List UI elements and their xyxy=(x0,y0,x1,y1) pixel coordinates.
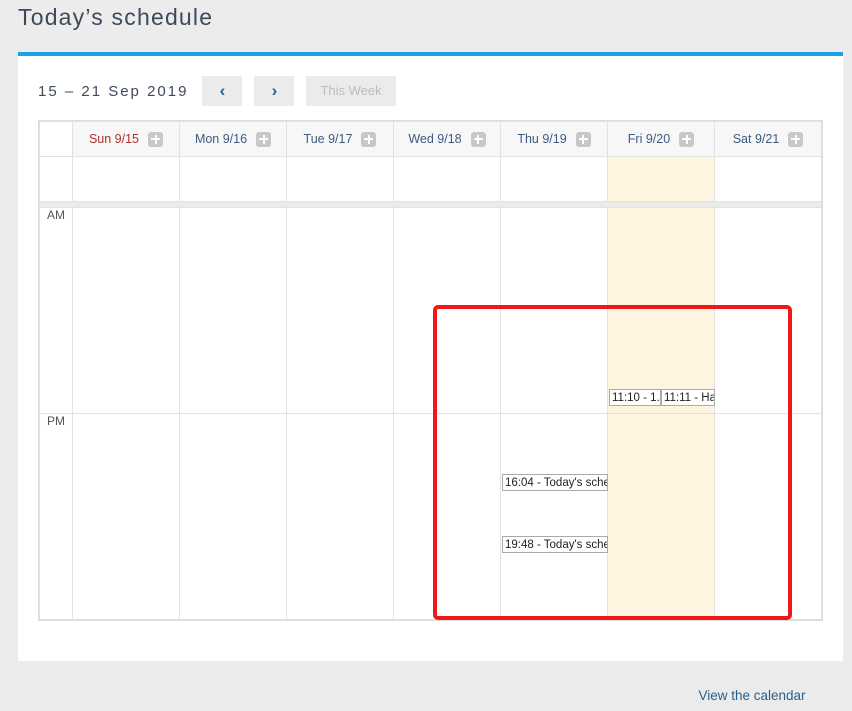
day-header-inner: Tue 9/17 xyxy=(287,131,393,147)
calendar-event[interactable]: 19:48 - Today's sche xyxy=(502,536,608,553)
cell-pm-6[interactable] xyxy=(714,413,822,620)
day-cell-content xyxy=(501,157,607,201)
cell-allday-1[interactable] xyxy=(179,156,287,202)
day-header-3: Wed 9/18 xyxy=(393,121,501,157)
this-week-button[interactable]: This Week xyxy=(306,76,396,106)
cell-am-1[interactable] xyxy=(179,207,287,414)
cell-am-4[interactable] xyxy=(500,207,608,414)
plus-icon[interactable] xyxy=(148,131,164,147)
calendar-table: Sun 9/15 Mon 9/16 Tue 9/17 Wed 9/18 Thu 9/19… xyxy=(39,121,822,620)
day-header-label: Fri 9/20 xyxy=(627,132,671,146)
day-cell-content xyxy=(394,208,500,413)
day-cell-content xyxy=(287,208,393,413)
calendar-header-row: Sun 9/15 Mon 9/16 Tue 9/17 Wed 9/18 Thu 9/19… xyxy=(39,121,822,157)
view-calendar-button[interactable]: View the calendar xyxy=(661,679,843,711)
calendar-body: AM 11:10 - 1.0 11:11 - Ha PM 16:04 - Today's… xyxy=(39,156,822,620)
day-header-label: Wed 9/18 xyxy=(408,132,462,146)
cell-am-2[interactable] xyxy=(286,207,394,414)
calendar-header: Sun 9/15 Mon 9/16 Tue 9/17 Wed 9/18 Thu 9/19… xyxy=(39,121,822,157)
cell-pm-5[interactable] xyxy=(607,413,715,620)
day-cell-content xyxy=(715,157,821,201)
day-cell-content xyxy=(394,157,500,201)
calendar-row-allday xyxy=(39,156,822,202)
day-header-4: Thu 9/19 xyxy=(500,121,608,157)
day-cell-content xyxy=(715,414,821,619)
cell-allday-5[interactable] xyxy=(607,156,715,202)
day-cell-content: 16:04 - Today's sche 19:48 - Today's sche xyxy=(501,414,608,619)
date-range-label: 15 – 21 Sep 2019 xyxy=(38,82,189,100)
row-label-allday xyxy=(39,156,73,202)
plus-icon[interactable] xyxy=(575,131,591,147)
day-header-6: Sat 9/21 xyxy=(714,121,822,157)
row-label-am: AM xyxy=(39,207,73,414)
calendar-row-pm: PM 16:04 - Today's sche 19:48 - Today's sc… xyxy=(39,413,822,620)
plus-icon[interactable] xyxy=(256,131,272,147)
day-cell-content xyxy=(715,208,821,413)
day-cell-content xyxy=(180,208,286,413)
cell-pm-3[interactable] xyxy=(393,413,501,620)
day-header-inner: Thu 9/19 xyxy=(501,131,607,147)
day-header-1: Mon 9/16 xyxy=(179,121,287,157)
cell-am-0[interactable] xyxy=(72,207,180,414)
day-header-label: Sat 9/21 xyxy=(732,132,780,146)
day-cell-content xyxy=(73,414,179,619)
calendar-toolbar: 15 – 21 Sep 2019 ‹ › This Week xyxy=(38,76,396,106)
corner-cell xyxy=(39,121,73,157)
cell-am-3[interactable] xyxy=(393,207,501,414)
day-header-5: Fri 9/20 xyxy=(607,121,715,157)
day-cell-content xyxy=(73,208,179,413)
cell-pm-2[interactable] xyxy=(286,413,394,620)
day-header-2: Tue 9/17 xyxy=(286,121,394,157)
schedule-card: 15 – 21 Sep 2019 ‹ › This Week Sun 9/15 M… xyxy=(18,52,843,711)
day-cell-content xyxy=(180,157,286,201)
day-header-inner: Sat 9/21 xyxy=(715,131,821,147)
calendar-event[interactable]: 11:10 - 1.0 xyxy=(609,389,661,406)
day-cell-content xyxy=(608,414,714,619)
day-header-label: Sun 9/15 xyxy=(88,132,140,146)
calendar-row-am: AM 11:10 - 1.0 11:11 - Ha xyxy=(39,207,822,414)
cell-am-5[interactable]: 11:10 - 1.0 11:11 - Ha xyxy=(607,207,715,414)
calendar-grid: Sun 9/15 Mon 9/16 Tue 9/17 Wed 9/18 Thu 9/19… xyxy=(38,120,823,621)
calendar-event[interactable]: 11:11 - Ha xyxy=(661,389,715,406)
calendar-event[interactable]: 16:04 - Today's sche xyxy=(502,474,608,491)
cell-pm-0[interactable] xyxy=(72,413,180,620)
next-week-button[interactable]: › xyxy=(254,76,295,106)
cell-allday-3[interactable] xyxy=(393,156,501,202)
plus-icon[interactable] xyxy=(361,131,377,147)
cell-allday-2[interactable] xyxy=(286,156,394,202)
day-cell-content: 11:10 - 1.0 11:11 - Ha xyxy=(608,208,715,413)
day-header-label: Tue 9/17 xyxy=(303,132,353,146)
plus-icon[interactable] xyxy=(788,131,804,147)
day-header-label: Thu 9/19 xyxy=(517,132,567,146)
day-cell-content xyxy=(287,414,393,619)
prev-week-button[interactable]: ‹ xyxy=(202,76,243,106)
day-cell-content xyxy=(73,157,179,201)
day-cell-content xyxy=(287,157,393,201)
cell-allday-6[interactable] xyxy=(714,156,822,202)
day-cell-content xyxy=(394,414,500,619)
cell-allday-4[interactable] xyxy=(500,156,608,202)
day-header-inner: Fri 9/20 xyxy=(608,131,714,147)
cell-am-6[interactable] xyxy=(714,207,822,414)
day-header-inner: Wed 9/18 xyxy=(394,131,500,147)
row-label-pm: PM xyxy=(39,413,73,620)
day-header-0: Sun 9/15 xyxy=(72,121,180,157)
plus-icon[interactable] xyxy=(470,131,486,147)
day-cell-content xyxy=(608,157,714,201)
page-title: Today’s schedule xyxy=(18,4,214,30)
day-cell-content xyxy=(180,414,286,619)
cell-allday-0[interactable] xyxy=(72,156,180,202)
day-header-inner: Mon 9/16 xyxy=(180,131,286,147)
day-header-label: Mon 9/16 xyxy=(194,132,248,146)
day-cell-content xyxy=(501,208,607,413)
day-header-inner: Sun 9/15 xyxy=(73,131,179,147)
plus-icon[interactable] xyxy=(679,131,695,147)
cell-pm-1[interactable] xyxy=(179,413,287,620)
cell-pm-4[interactable]: 16:04 - Today's sche 19:48 - Today's sche xyxy=(500,413,608,620)
